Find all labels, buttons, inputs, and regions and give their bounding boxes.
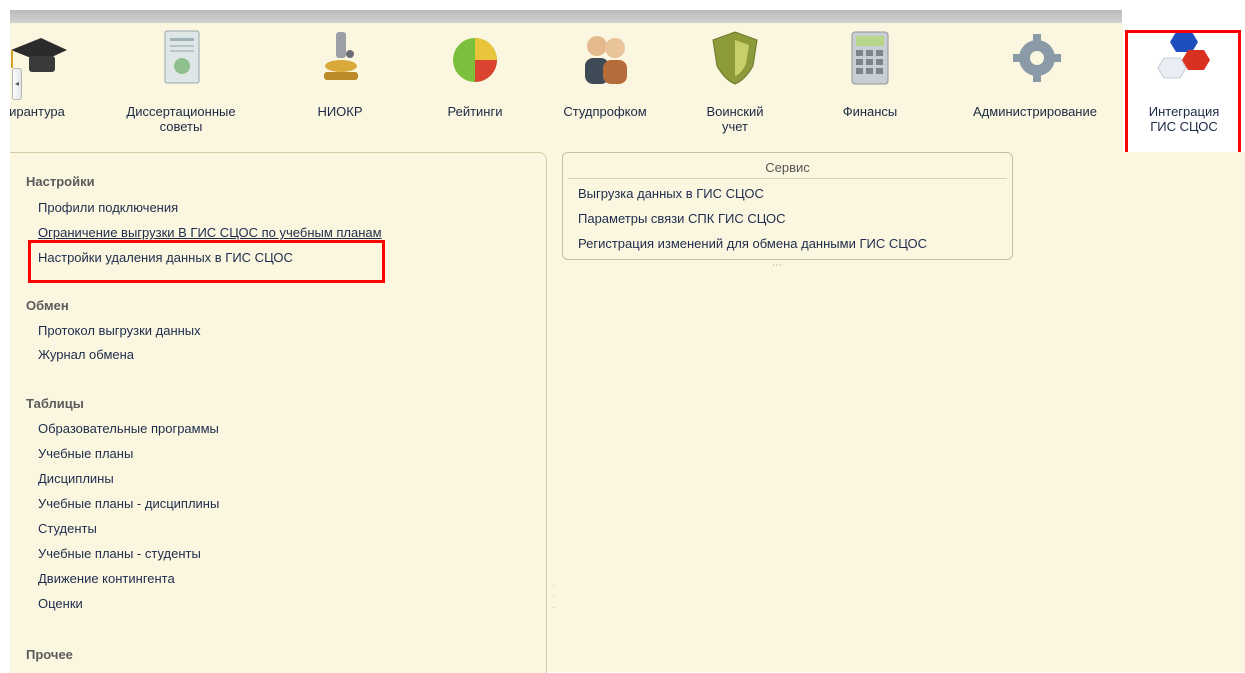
link-study-plans-students[interactable]: Учебные планы - студенты bbox=[38, 546, 201, 561]
section-dissertation-councils[interactable]: Диссертационные советы bbox=[116, 28, 246, 134]
microscope-icon bbox=[324, 32, 358, 80]
gears-icon bbox=[1013, 34, 1061, 82]
pie-chart-icon bbox=[453, 38, 497, 82]
link-students[interactable]: Студенты bbox=[38, 521, 97, 536]
section-aspirantura[interactable]: ирантура bbox=[0, 28, 82, 119]
section-studprofkom[interactable]: Студпрофком bbox=[550, 28, 660, 119]
service-group-title: Сервис bbox=[765, 160, 810, 175]
graduation-cap-icon bbox=[11, 38, 67, 72]
link-educational-programs[interactable]: Образовательные программы bbox=[38, 421, 219, 436]
link-exchange-journal[interactable]: Журнал обмена bbox=[38, 347, 134, 362]
section-administration[interactable]: Администрирование bbox=[955, 28, 1115, 119]
section-niokr[interactable]: НИОКР bbox=[300, 28, 380, 119]
link-study-plans-disciplines[interactable]: Учебные планы - дисциплины bbox=[38, 496, 219, 511]
link-data-export[interactable]: Выгрузка данных в ГИС СЦОС bbox=[578, 186, 764, 201]
link-grades[interactable]: Оценки bbox=[38, 596, 83, 611]
splitter-handle-horizontal[interactable]: ⋯ bbox=[772, 260, 788, 271]
highlight-box-delete-settings bbox=[28, 240, 385, 283]
section-title-other: Прочее bbox=[26, 647, 73, 662]
service-group: Сервис Выгрузка данных в ГИС СЦОС Параме… bbox=[562, 152, 1013, 260]
link-change-registration[interactable]: Регистрация изменений для обмена данными… bbox=[578, 236, 927, 251]
link-connection-profiles[interactable]: Профили подключения bbox=[38, 200, 178, 215]
people-icon bbox=[585, 36, 627, 84]
section-finance[interactable]: Финансы bbox=[825, 28, 915, 119]
section-military[interactable]: Воинский учет bbox=[690, 28, 780, 134]
link-export-restriction[interactable]: Ограничение выгрузки В ГИС СЦОС по учебн… bbox=[38, 225, 382, 240]
link-disciplines[interactable]: Дисциплины bbox=[38, 471, 114, 486]
top-strip bbox=[0, 0, 1245, 10]
section-title-settings: Настройки bbox=[26, 174, 95, 189]
section-title-tables: Таблицы bbox=[26, 396, 84, 411]
shield-icon bbox=[712, 31, 758, 85]
calculator-icon bbox=[851, 31, 889, 85]
window-top-bar bbox=[10, 10, 1122, 23]
service-group-divider bbox=[568, 178, 1007, 179]
certificate-icon bbox=[164, 30, 200, 84]
splitter-handle-vertical[interactable]: · · · bbox=[552, 580, 558, 613]
highlight-box-integration-tab bbox=[1125, 30, 1241, 158]
link-study-plans[interactable]: Учебные планы bbox=[38, 446, 133, 461]
link-export-log[interactable]: Протокол выгрузки данных bbox=[38, 323, 201, 338]
link-contingent-movement[interactable]: Движение контингента bbox=[38, 571, 175, 586]
section-ratings[interactable]: Рейтинги bbox=[430, 28, 520, 119]
section-title-exchange: Обмен bbox=[26, 298, 69, 313]
link-connection-params[interactable]: Параметры связи СПК ГИС СЦОС bbox=[578, 211, 786, 226]
